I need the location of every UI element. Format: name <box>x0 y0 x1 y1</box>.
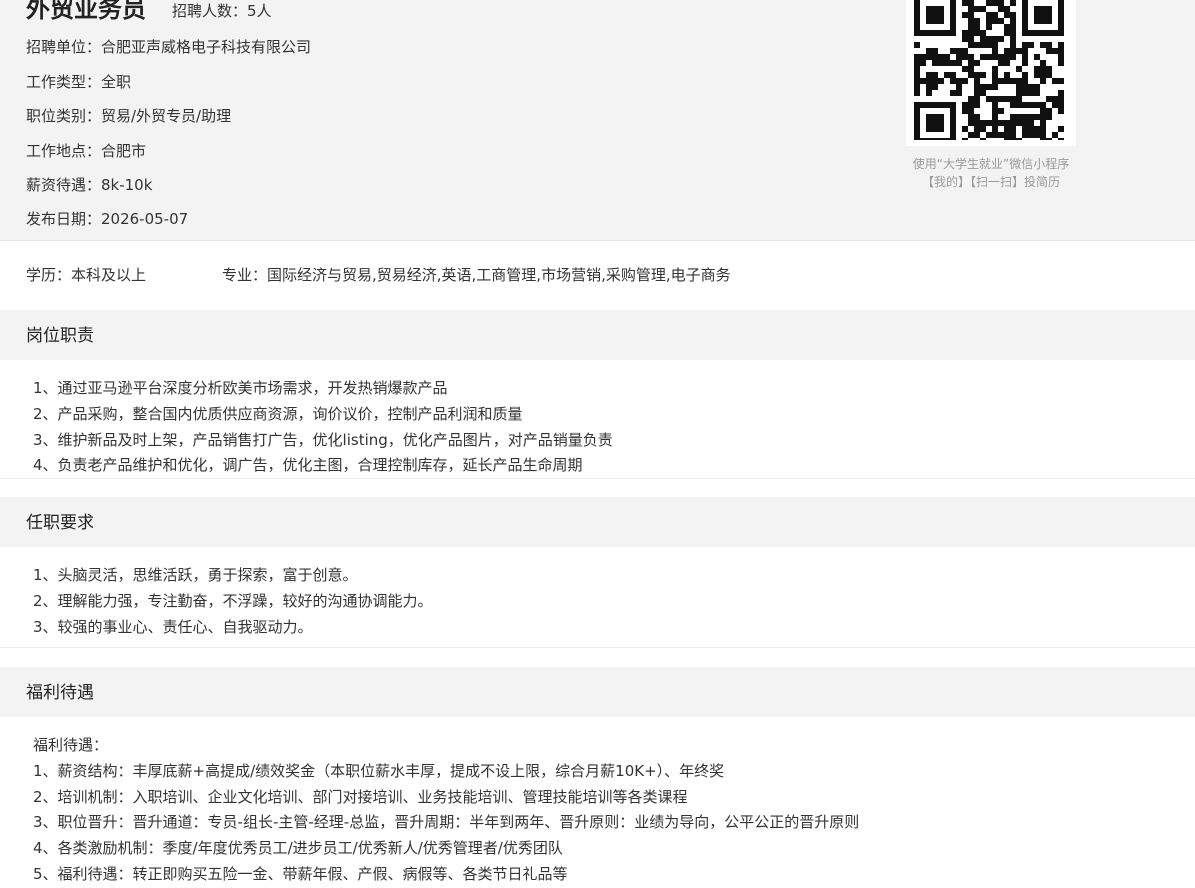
list-item: 1、通过亚马逊平台深度分析欧美市场需求，开发热销爆款产品 <box>33 379 448 397</box>
post-date: 发布日期：2026-05-07 <box>26 210 189 228</box>
job-header: 外贸业务员 招聘人数：5人 招聘单位：合肥亚声威格电子科技有限公司 工作类型：全… <box>0 0 1195 241</box>
list-item: 1、头脑灵活，思维活跃，勇于探索，富于创意。 <box>33 566 358 584</box>
list-item: 1、薪资结构：丰厚底薪+高提成/绩效奖金（本职位薪水丰厚，提成不设上限，综合月薪… <box>33 761 725 780</box>
duties-list: 1、通过亚马逊平台深度分析欧美市场需求，开发热销爆款产品 2、产品采购，整合国内… <box>33 376 613 479</box>
qr-code <box>906 0 1076 146</box>
education-requirement: 学历：本科及以上 <box>26 266 147 284</box>
list-item: 3、维护新品及时上架，产品销售打广告，优化listing，优化产品图片，对产品销… <box>33 430 613 449</box>
list-item: 3、职位晋升：晋升通道：专员-组长-主管-经理-总监，晋升周期：半年到两年、晋升… <box>33 813 860 832</box>
duties-title: 岗位职责 <box>26 326 94 346</box>
list-item: 2、产品采购，整合国内优质供应商资源，询价议价，控制产品利润和质量 <box>33 404 523 423</box>
list-item: 5、福利待遇：转正即购买五险一金、带薪年假、产假、病假等、各类节日礼品等 <box>33 864 568 883</box>
work-location: 工作地点：合肥市 <box>26 142 147 160</box>
job-category: 职位类别：贸易/外贸专员/助理 <box>26 107 232 125</box>
qr-code-icon <box>914 0 1064 140</box>
list-item: 4、负责老产品维护和优化，调广告，优化主图，合理控制库存，延长产品生命周期 <box>33 456 583 475</box>
hire-count: 招聘人数：5人 <box>172 2 272 20</box>
qualifications-list: 1、头脑灵活，思维活跃，勇于探索，富于创意。 2、理解能力强，专注勤奋，不浮躁，… <box>33 563 433 640</box>
duties-header: 岗位职责 <box>0 310 1195 360</box>
list-item: 福利待遇： <box>33 736 109 754</box>
employer: 招聘单位：合肥亚声威格电子科技有限公司 <box>26 38 312 56</box>
qr-caption-line1: 使用“大学生就业”微信小程序 <box>912 157 1070 171</box>
job-title: 外贸业务员 <box>26 0 146 23</box>
list-item: 2、理解能力强，专注勤奋，不浮躁，较好的沟通协调能力。 <box>33 591 433 610</box>
list-item: 4、各类激励机制：季度/年度优秀员工/进步员工/优秀新人/优秀管理者/优秀团队 <box>33 839 563 858</box>
work-type: 工作类型：全职 <box>26 73 132 91</box>
divider <box>0 478 1195 479</box>
qualifications-header: 任职要求 <box>0 497 1195 547</box>
list-item: 2、培训机制：入职培训、企业文化培训、部门对接培训、业务技能培训、管理技能培训等… <box>33 787 688 806</box>
qualifications-title: 任职要求 <box>26 513 94 533</box>
salary: 薪资待遇：8k-10k <box>26 176 153 194</box>
divider <box>0 647 1195 648</box>
qr-caption-line2: 【我的】【扫一扫】投简历 <box>921 175 1060 189</box>
list-item: 3、较强的事业心、责任心、自我驱动力。 <box>33 617 313 636</box>
benefits-list: 福利待遇： 1、薪资结构：丰厚底薪+高提成/绩效奖金（本职位薪水丰厚，提成不设上… <box>33 733 859 888</box>
major-requirement: 专业：国际经济与贸易,贸易经济,英语,工商管理,市场营销,采购管理,电子商务 <box>222 266 731 284</box>
benefits-header: 福利待遇 <box>0 667 1195 717</box>
benefits-title: 福利待遇 <box>26 683 94 703</box>
